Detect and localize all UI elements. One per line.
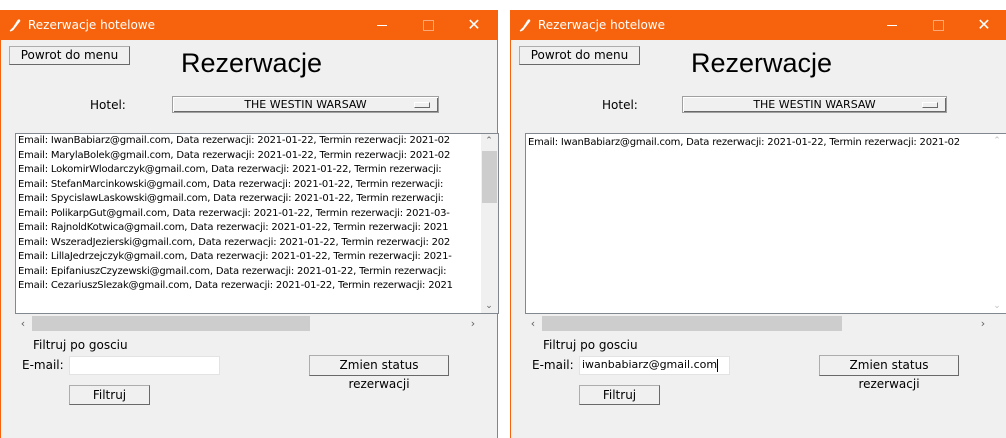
dropdown-indicator-icon [414,102,430,108]
reservation-item[interactable]: Email: PolikarpGut@gmail.com, Data rezer… [16,207,498,222]
feather-icon [519,19,531,32]
reservation-item[interactable]: Email: StefanMarcinkowski@gmail.com, Dat… [16,178,498,193]
filter-button[interactable]: Filtruj [69,385,150,405]
reservation-item[interactable]: Email: SpycislawLaskowski@gmail.com, Dat… [16,192,498,207]
filter-button[interactable]: Filtruj [579,385,660,405]
close-icon[interactable]: ✕ [451,10,497,40]
reservation-item[interactable]: Email: LokomirWlodarczyk@gmail.com, Data… [16,163,498,178]
window-left: Rezerwacje hotelowe ✕ Powrot do menu Rez… [0,10,499,438]
email-field-value: iwanbabiarz@gmail.com [582,358,718,371]
feather-icon [9,19,21,32]
dropdown-indicator-icon [922,102,938,108]
horizontal-scrollbar[interactable]: ‹ › [525,315,991,332]
page-title: Rezerwacje [181,48,323,78]
back-to-menu-button[interactable]: Powrot do menu [519,46,640,65]
vertical-scrollbar[interactable]: ⌃ ⌄ [481,134,498,313]
text-cursor [717,358,719,372]
scroll-thumb[interactable] [482,151,497,203]
maximize-icon[interactable] [405,10,451,40]
scroll-thumb[interactable] [32,316,310,331]
reservation-item[interactable]: Email: LillaJedrzejczyk@gmail.com, Data … [16,250,498,265]
chevron-left-icon[interactable]: ‹ [15,317,31,330]
email-label: E-mail: [532,358,574,372]
email-field[interactable]: iwanbabiarz@gmail.com [579,356,730,375]
reservation-item[interactable]: Email: IwanBabiarz@gmail.com, Data rezer… [16,134,498,149]
hotel-label: Hotel: [602,98,638,112]
chevron-right-icon[interactable]: › [465,317,481,330]
chevron-up-icon[interactable]: ⌃ [989,136,1005,146]
horizontal-scrollbar[interactable]: ‹ › [15,315,481,332]
reservations-listbox[interactable]: Email: IwanBabiarz@gmail.com, Data rezer… [525,133,1006,314]
window-title: Rezerwacje hotelowe [28,18,156,32]
hotel-label: Hotel: [90,98,126,112]
filter-by-guest-label: Filtruj po gosciu [33,338,128,352]
chevron-left-icon[interactable]: ‹ [525,317,541,330]
minimize-icon[interactable] [359,10,405,40]
reservation-item[interactable]: Email: RajnoldKotwica@gmail.com, Data re… [16,221,498,236]
title-bar[interactable]: Rezerwacje hotelowe ✕ [511,10,1006,40]
chevron-down-icon[interactable]: ⌄ [481,301,497,311]
hotel-selected-value: THE WESTIN WARSAW [753,98,876,111]
email-field[interactable] [69,356,220,375]
reservation-item[interactable]: Email: EpifaniuszCzyzewski@gmail.com, Da… [16,265,498,280]
minimize-icon[interactable] [869,10,915,40]
change-status-button[interactable]: Zmien status rezerwacji [819,355,959,391]
scroll-thumb[interactable] [542,316,842,331]
reservation-item[interactable]: Email: WszeradJezierski@gmail.com, Data … [16,236,498,251]
reservations-listbox[interactable]: Email: IwanBabiarz@gmail.com, Data rezer… [15,133,499,314]
hotel-select[interactable]: THE WESTIN WARSAW [682,96,947,113]
back-to-menu-button[interactable]: Powrot do menu [9,46,130,65]
chevron-up-icon[interactable]: ⌃ [481,136,497,146]
page-title: Rezerwacje [691,48,833,78]
close-icon[interactable]: ✕ [961,10,1006,40]
filter-by-guest-label: Filtruj po gosciu [543,338,638,352]
window-title: Rezerwacje hotelowe [538,18,666,32]
vertical-scrollbar[interactable]: ⌃ ⌄ [989,134,1006,313]
reservation-item[interactable]: Email: MarylaBolek@gmail.com, Data rezer… [16,149,498,164]
chevron-down-icon[interactable]: ⌄ [989,301,1005,311]
window-right: Rezerwacje hotelowe ✕ Powrot do menu Rez… [510,10,1006,438]
change-status-button[interactable]: Zmien status rezerwacji [309,355,449,391]
hotel-select[interactable]: THE WESTIN WARSAW [172,96,439,113]
email-label: E-mail: [22,358,64,372]
maximize-icon[interactable] [915,10,961,40]
chevron-right-icon[interactable]: › [975,317,991,330]
reservation-item[interactable]: Email: CezariuszSlezak@gmail.com, Data r… [16,279,498,294]
reservation-item[interactable]: Email: IwanBabiarz@gmail.com, Data rezer… [526,136,1006,151]
hotel-selected-value: THE WESTIN WARSAW [244,98,367,111]
title-bar[interactable]: Rezerwacje hotelowe ✕ [1,10,497,40]
